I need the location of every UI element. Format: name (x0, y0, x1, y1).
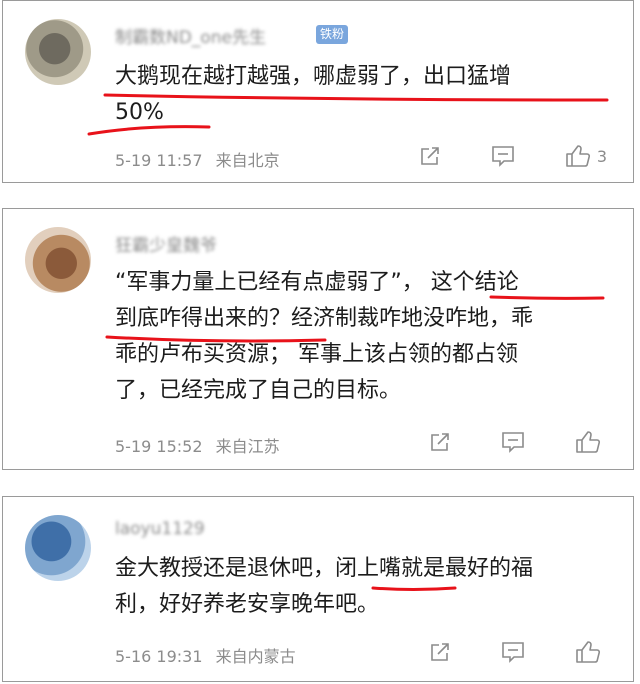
share-icon (421, 147, 439, 165)
share-button[interactable] (419, 145, 441, 167)
avatar[interactable] (25, 227, 91, 293)
share-button[interactable] (429, 641, 451, 663)
thumbs-up-icon (576, 641, 601, 663)
reply-button[interactable] (501, 641, 525, 663)
comment-line: 50% (115, 100, 164, 125)
comment-text: “军事力量上已经有点虚弱了”， 这个结论 到底咋得出来的？经济制裁咋地没咋地，乖… (115, 265, 533, 409)
comment-line: 了，已经完成了自己的目标。 (115, 378, 402, 403)
share-icon (431, 643, 449, 661)
comment-line: 到底咋得出来的？经济制裁咋地没咋地，乖 (115, 306, 534, 331)
like-button[interactable] (575, 640, 607, 664)
username[interactable]: 制霸数ND_one先生 (115, 23, 266, 48)
comment-actions: 3 (369, 144, 607, 168)
like-count: 3 (596, 146, 607, 166)
comment-card: 制霸数ND_one先生 铁粉 大鹅现在越打越强，哪虚弱了，出口猛增 50% 5-… (2, 0, 634, 183)
comment-location: 来自江苏 (215, 437, 280, 456)
comment-line: “军事力量上已经有点虚弱了”， 这个结论 (115, 270, 519, 295)
comment-card: laoyu1129 金大教授还是退休吧，闭上嘴就是最好的福 利，好好养老安享晚年… (2, 496, 634, 682)
comment-text: 金大教授还是退休吧，闭上嘴就是最好的福 利，好好养老安享晚年吧。 (115, 551, 533, 623)
comment-meta: 5-19 11:57 来自北京 (115, 147, 288, 171)
avatar[interactable] (25, 515, 91, 581)
comment-line: 金大教授还是退休吧，闭上嘴就是最好的福 (115, 556, 534, 581)
reply-button[interactable] (491, 145, 515, 167)
comment-location: 来自内蒙古 (215, 647, 296, 666)
comment-line: 大鹅现在越打越强，哪虚弱了，出口猛增 (115, 64, 512, 89)
share-icon (431, 433, 449, 451)
comment-time: 5-19 15:52 (115, 437, 203, 456)
fan-badge: 铁粉 (316, 25, 349, 44)
like-button[interactable]: 3 (565, 144, 607, 168)
like-button[interactable] (575, 430, 607, 454)
comment-icon (492, 146, 514, 167)
comment-actions (379, 430, 607, 454)
reply-button[interactable] (501, 431, 525, 453)
comment-meta: 5-19 15:52 来自江苏 (115, 433, 288, 457)
thumbs-up-icon (576, 431, 601, 453)
comment-location: 来自北京 (215, 151, 280, 170)
username[interactable]: laoyu1129 (115, 519, 205, 539)
comment-line: 利，好好养老安享晚年吧。 (115, 592, 380, 617)
comment-time: 5-16 19:31 (115, 647, 203, 666)
avatar[interactable] (25, 19, 91, 85)
comment-time: 5-19 11:57 (115, 151, 203, 170)
comment-text: 大鹅现在越打越强，哪虚弱了，出口猛增 50% (115, 59, 511, 131)
comment-icon (502, 432, 524, 453)
comment-icon (502, 642, 524, 663)
comment-meta: 5-16 19:31 来自内蒙古 (115, 643, 304, 667)
comment-actions (379, 640, 607, 664)
share-button[interactable] (429, 431, 451, 453)
thumbs-up-icon (566, 145, 590, 167)
comment-card: 狂霸少皇魏爷 “军事力量上已经有点虚弱了”， 这个结论 到底咋得出来的？经济制裁… (2, 208, 634, 470)
username[interactable]: 狂霸少皇魏爷 (115, 231, 217, 256)
comment-line: 乖的卢布买资源； 军事上该占领的都占领 (115, 342, 518, 367)
